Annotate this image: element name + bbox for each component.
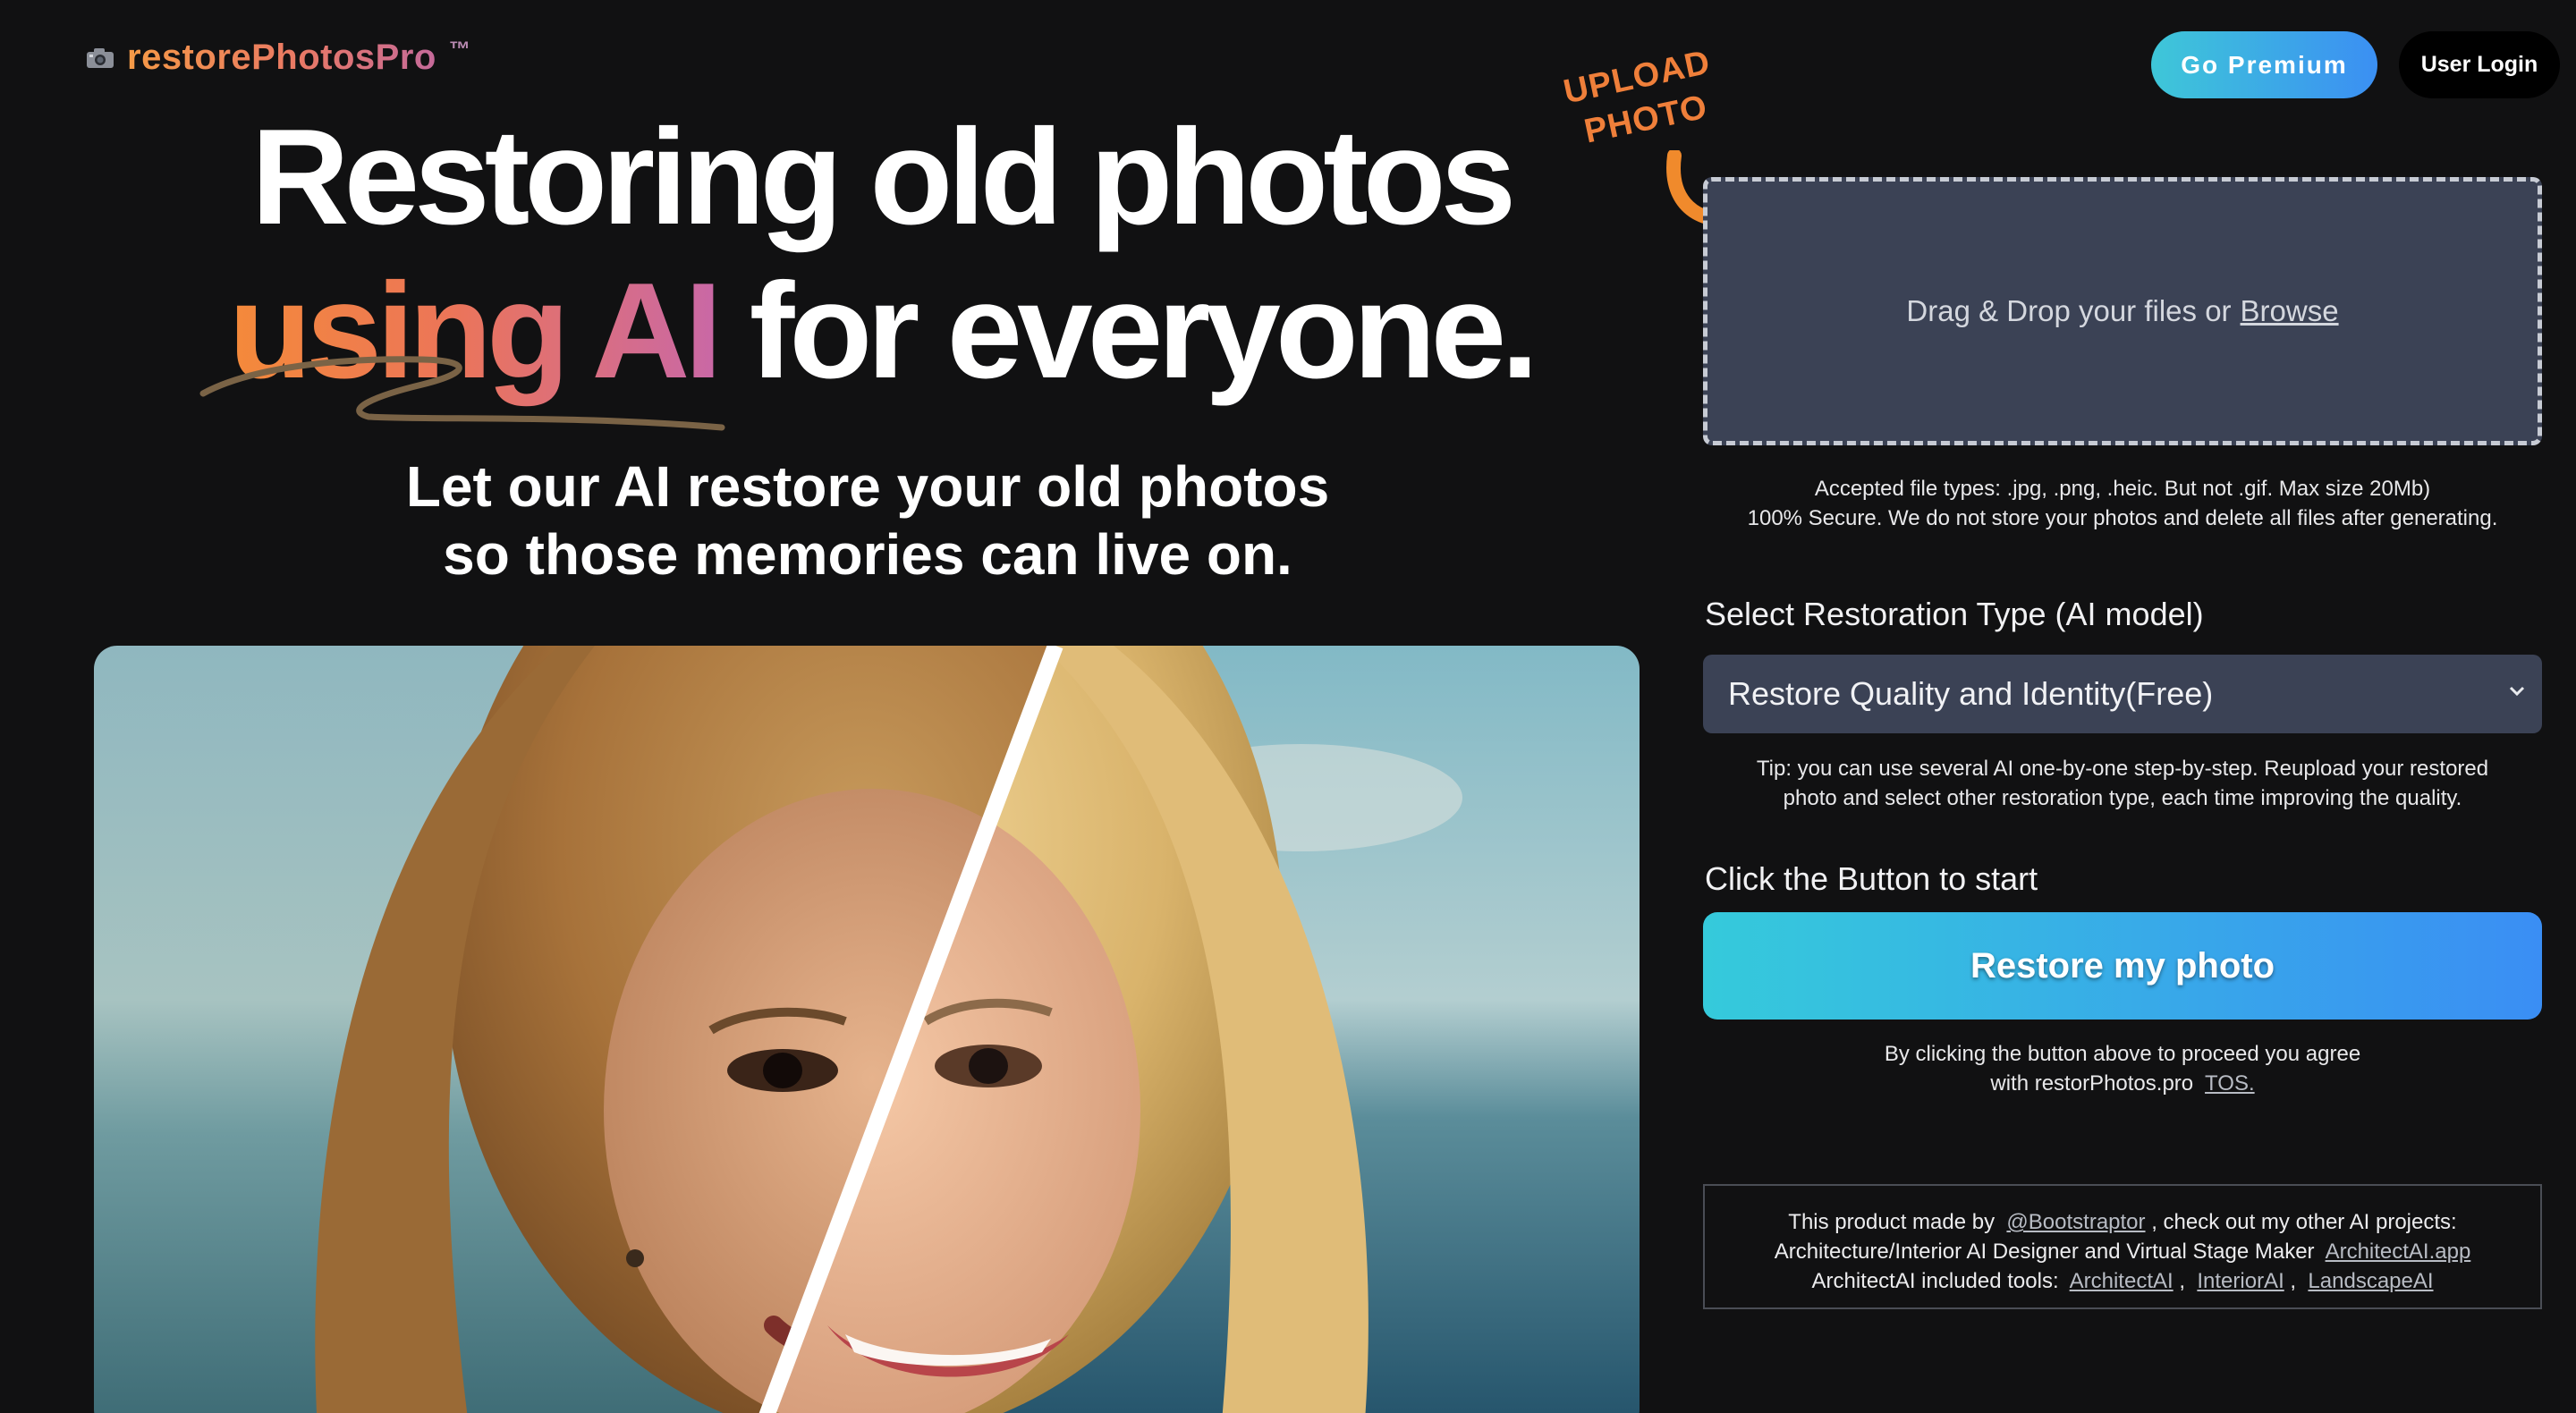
tools-separator: , [2179, 1269, 2186, 1293]
hero-subheading: Let our AI restore your old photos so th… [0, 453, 1735, 588]
before-after-image[interactable] [94, 646, 1640, 1413]
tos-link[interactable]: TOS. [2205, 1071, 2255, 1096]
user-login-button[interactable]: User Login [2399, 31, 2560, 98]
credits-line3: ArchitectAI included tools: ArchitectAI … [1705, 1266, 2540, 1296]
subheading-line2: so those memories can live on. [443, 522, 1292, 587]
credits-line2: Architecture/Interior AI Designer and Vi… [1705, 1237, 2540, 1266]
tool-link-landscapeai[interactable]: LandscapeAI [2308, 1269, 2433, 1293]
made-by-rest-text: , check out my other AI projects: [2151, 1210, 2457, 1234]
agree-line2-text: with restorPhotos.pro [1990, 1071, 2194, 1096]
author-link[interactable]: @Bootstraptor [2006, 1210, 2145, 1234]
tools-label: ArchitectAI included tools: [1811, 1269, 2059, 1293]
headline-rest: for everyone. [749, 255, 1539, 407]
secure-note-text: 100% Secure. We do not store your photos… [1747, 506, 2498, 530]
subheading-line1: Let our AI restore your old photos [405, 454, 1330, 519]
tool-link-architectai[interactable]: ArchitectAI [2070, 1269, 2174, 1293]
credits-box: This product made by @Bootstraptor , che… [1703, 1184, 2542, 1309]
camera-icon [86, 47, 114, 69]
agree-line1: By clicking the button above to proceed … [1884, 1042, 2361, 1066]
underline-squiggle [199, 356, 725, 431]
tip-line2: photo and select other restoration type,… [1783, 786, 2462, 810]
accepted-types-text: Accepted file types: .jpg, .png, .heic. … [1814, 477, 2431, 501]
file-dropzone[interactable]: Drag & Drop your files or Browse [1703, 177, 2542, 445]
restoration-type-select[interactable]: Restore Quality and Identity(Free) [1703, 655, 2542, 733]
dropzone-text: Drag & Drop your files or [1906, 294, 2232, 327]
tools-separator: , [2290, 1269, 2297, 1293]
restore-photo-button[interactable]: Restore my photo [1703, 912, 2542, 1020]
trademark-symbol: ™ [448, 37, 470, 62]
agree-line2: with restorPhotos.pro TOS. [1703, 1069, 2542, 1098]
tip-line1: Tip: you can use several AI one-by-one s… [1756, 757, 2489, 781]
browse-link[interactable]: Browse [2241, 294, 2339, 328]
go-premium-button[interactable]: Go Premium [2151, 31, 2377, 98]
page: restorePhotosPro ™ Restoring old photos … [0, 0, 2576, 1413]
architectai-app-link[interactable]: ArchitectAI.app [2326, 1240, 2471, 1264]
architect-description: Architecture/Interior AI Designer and Vi… [1774, 1240, 2315, 1264]
start-title: Click the Button to start [1705, 860, 2038, 897]
restoration-type-value: Restore Quality and Identity(Free) [1728, 675, 2214, 712]
upload-notes: Accepted file types: .jpg, .png, .heic. … [1703, 474, 2542, 533]
chevron-down-icon [2509, 686, 2525, 697]
brand-name: restorePhotosPro [127, 38, 436, 77]
headline-line1: Restoring old photos [250, 101, 1516, 253]
tool-link-interiorai[interactable]: InteriorAI [2197, 1269, 2284, 1293]
restoration-tip: Tip: you can use several AI one-by-one s… [1703, 754, 2542, 813]
restoration-type-title: Select Restoration Type (AI model) [1705, 596, 2204, 632]
made-by-text: This product made by [1788, 1210, 1996, 1234]
credits-line1: This product made by @Bootstraptor , che… [1705, 1207, 2540, 1237]
brand-logo[interactable]: restorePhotosPro ™ [86, 38, 470, 78]
agreement-note: By clicking the button above to proceed … [1703, 1039, 2542, 1098]
